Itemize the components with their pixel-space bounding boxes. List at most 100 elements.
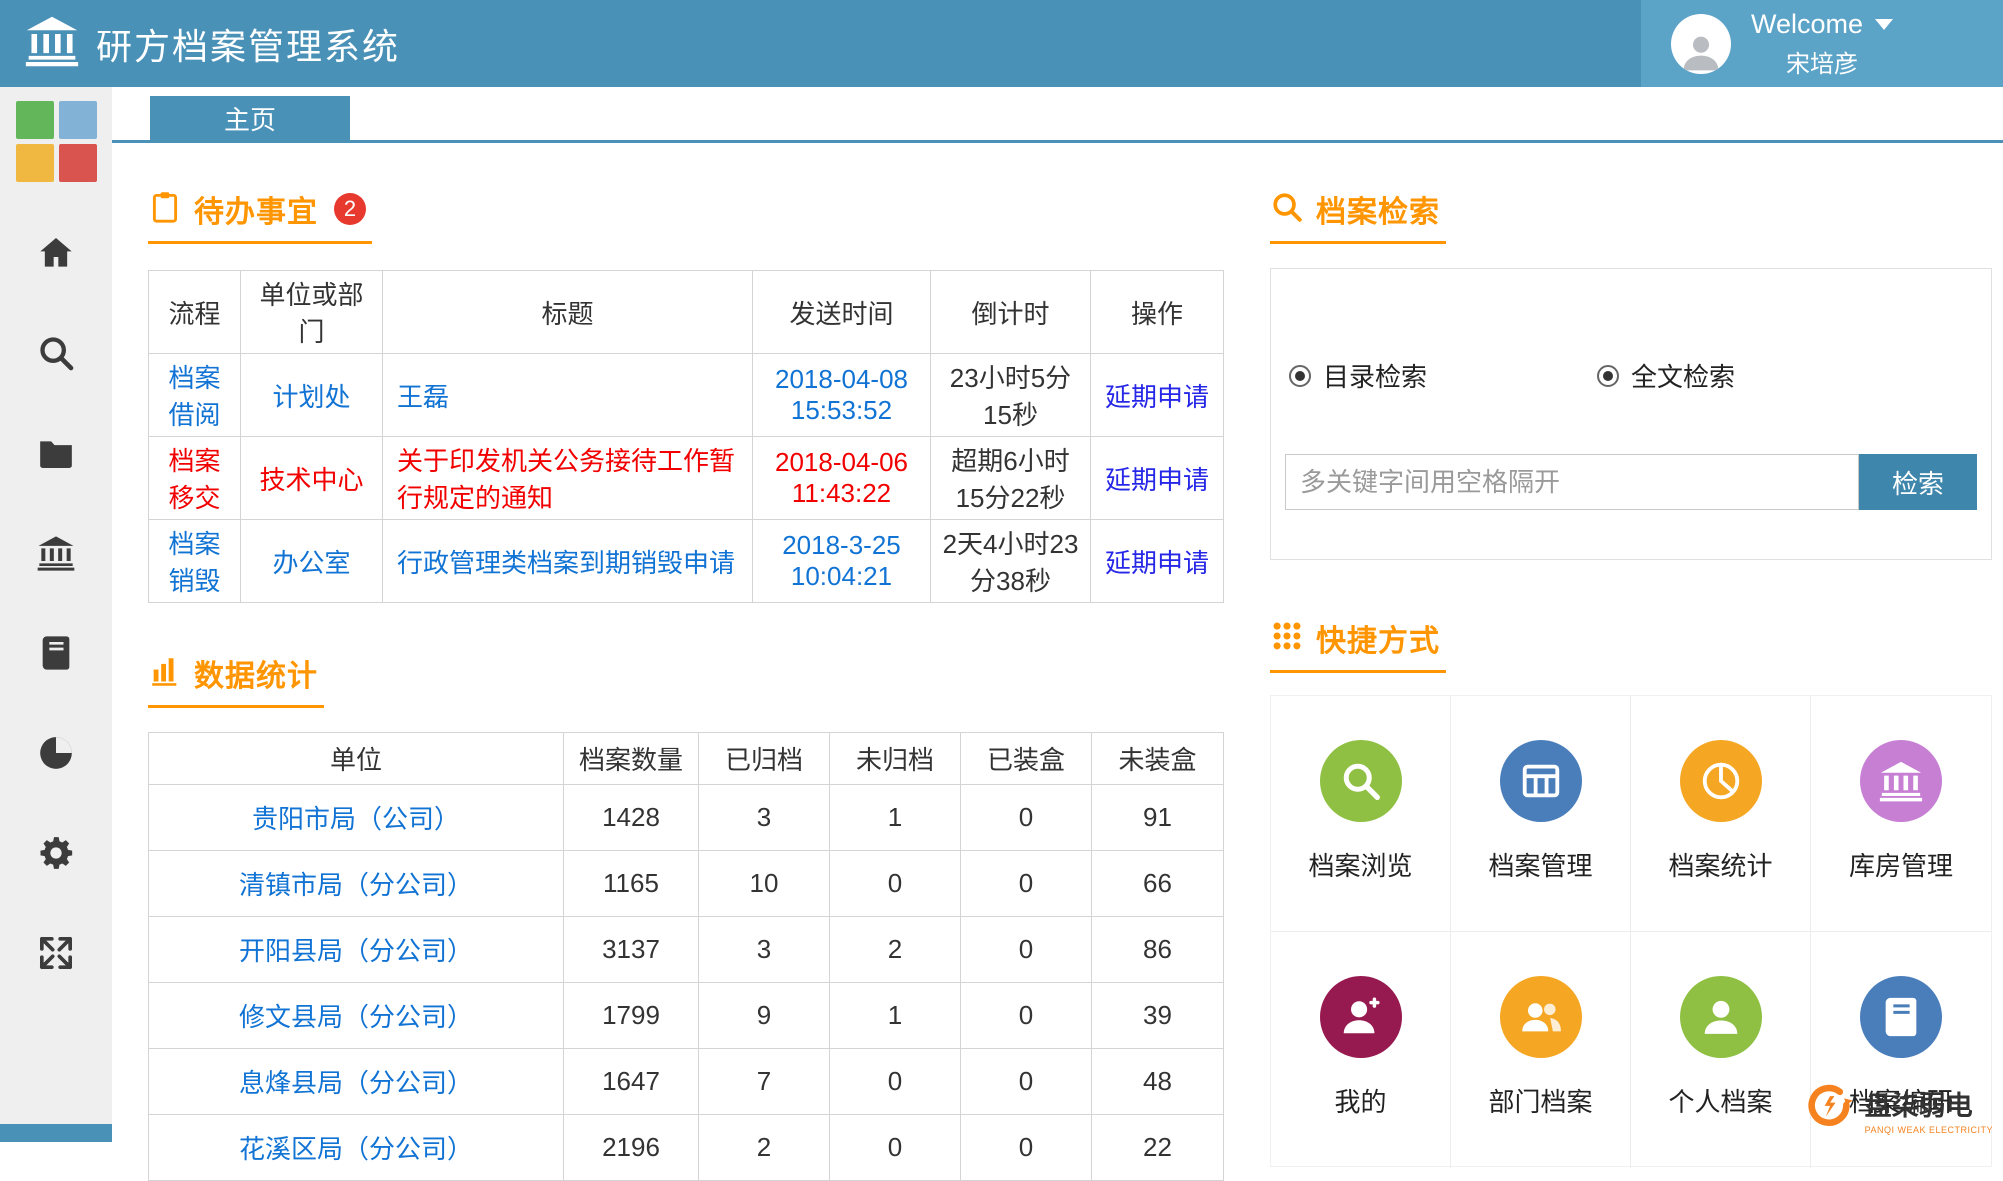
bank-icon bbox=[1860, 740, 1942, 822]
stat-boxed: 0 bbox=[960, 850, 1092, 917]
radio-label: 全文检索 bbox=[1631, 362, 1736, 392]
unit-link[interactable]: 贵阳市局（公司） bbox=[252, 804, 460, 834]
search-button[interactable]: 检索 bbox=[1859, 454, 1977, 510]
archive-search-panel: 目录检索 全文检索 检索 bbox=[1270, 268, 1992, 560]
shortcuts-label: 快捷方式 bbox=[1316, 625, 1440, 658]
col-header: 未归档 bbox=[829, 732, 961, 785]
shortcut-dept-archive[interactable]: 部门档案 bbox=[1451, 932, 1631, 1168]
col-header: 操作 bbox=[1090, 270, 1224, 354]
unit-link[interactable]: 清镇市局（分公司） bbox=[239, 870, 473, 900]
stat-unboxed: 48 bbox=[1091, 1048, 1224, 1115]
shortcut-mine[interactable]: 我的 bbox=[1271, 932, 1451, 1168]
unit-link[interactable]: 息烽县局（分公司） bbox=[239, 1068, 473, 1098]
search-input[interactable] bbox=[1285, 454, 1859, 510]
col-header: 已装盒 bbox=[960, 732, 1092, 785]
todo-subject-link[interactable]: 关于印发机关公务接待工作暂行规定的通知 bbox=[397, 446, 735, 513]
todo-delay-link[interactable]: 延期申请 bbox=[1105, 548, 1209, 578]
todo-dept-link[interactable]: 办公室 bbox=[272, 548, 350, 578]
search-icon bbox=[1319, 740, 1402, 822]
radio-fulltext-search[interactable]: 全文检索 bbox=[1597, 357, 1735, 394]
shortcut-warehouse-manage[interactable]: 库房管理 bbox=[1811, 696, 1991, 932]
stats-row: 清镇市局（分公司） 1165 10 0 0 66 bbox=[148, 850, 1224, 917]
stat-total: 1165 bbox=[563, 850, 699, 917]
stat-archived: 7 bbox=[698, 1048, 830, 1115]
todo-dept-link[interactable]: 计划处 bbox=[272, 382, 350, 412]
stat-archived: 3 bbox=[698, 916, 830, 983]
left-column: 待办事宜 2 流程 单位或部门 标题 发送时间 倒计时 操作 档案借阅 计划处 … bbox=[148, 143, 1224, 1181]
home-icon[interactable] bbox=[35, 232, 77, 274]
radio-icon[interactable] bbox=[1597, 364, 1620, 387]
tab-home[interactable]: 主页 bbox=[150, 96, 350, 140]
archive-search-label: 档案检索 bbox=[1316, 196, 1440, 229]
chevron-down-icon[interactable] bbox=[1875, 18, 1894, 30]
stat-unarchived: 0 bbox=[829, 850, 961, 917]
stat-archived: 2 bbox=[698, 1114, 830, 1181]
todo-dept-link[interactable]: 技术中心 bbox=[259, 465, 363, 495]
tab-bar: 主页 bbox=[112, 87, 2003, 143]
shortcut-label: 库房管理 bbox=[1848, 851, 1953, 881]
unit-link[interactable]: 花溪区局（分公司） bbox=[239, 1134, 473, 1164]
shortcut-archive-stats[interactable]: 档案统计 bbox=[1631, 696, 1811, 932]
bank-logo-icon bbox=[24, 13, 80, 74]
todo-delay-link[interactable]: 延期申请 bbox=[1105, 382, 1209, 412]
shortcut-label: 档案管理 bbox=[1488, 851, 1593, 881]
stat-unarchived: 2 bbox=[829, 916, 961, 983]
stats-row: 息烽县局（分公司） 1647 7 0 0 48 bbox=[148, 1048, 1224, 1115]
todo-row: 档案销毁 办公室 行政管理类档案到期销毁申请 2018-3-25 10:04:2… bbox=[148, 519, 1224, 603]
pie-chart-icon[interactable] bbox=[35, 732, 77, 774]
bank-icon[interactable] bbox=[35, 532, 77, 574]
table-icon bbox=[1499, 740, 1582, 822]
search-icon[interactable] bbox=[35, 332, 77, 374]
shortcut-label: 档案浏览 bbox=[1308, 851, 1413, 881]
stat-boxed: 0 bbox=[960, 916, 1092, 983]
sidebar-logo bbox=[15, 101, 97, 182]
user-area[interactable]: Welcome 宋培彦 bbox=[1641, 0, 2003, 87]
stat-unboxed: 86 bbox=[1091, 916, 1224, 983]
unit-link[interactable]: 修文县局（分公司） bbox=[239, 1002, 473, 1032]
shortcut-archive-manage[interactable]: 档案管理 bbox=[1451, 696, 1631, 932]
avatar[interactable] bbox=[1671, 13, 1731, 74]
stats-row: 花溪区局（分公司） 2196 2 0 0 22 bbox=[148, 1114, 1224, 1181]
folder-icon[interactable] bbox=[35, 432, 77, 474]
vendor-subtitle: PANQI WEAK ELECTRICITY bbox=[1864, 1125, 1993, 1135]
col-header: 单位或部门 bbox=[240, 270, 383, 354]
todo-subject-link[interactable]: 行政管理类档案到期销毁申请 bbox=[397, 548, 735, 578]
shortcuts-title: 快捷方式 bbox=[1270, 616, 1446, 673]
book-icon[interactable] bbox=[35, 632, 77, 674]
stats-row: 开阳县局（分公司） 3137 3 2 0 86 bbox=[148, 916, 1224, 983]
stat-archived: 9 bbox=[698, 982, 830, 1049]
radio-catalog-search[interactable]: 目录检索 bbox=[1289, 357, 1427, 394]
stat-unarchived: 1 bbox=[829, 982, 961, 1049]
stat-archived: 10 bbox=[698, 850, 830, 917]
bar-chart-icon bbox=[148, 654, 182, 693]
todo-countdown: 超期6小时15分22秒 bbox=[930, 436, 1091, 520]
welcome-label: Welcome bbox=[1751, 8, 1864, 39]
radio-icon[interactable] bbox=[1289, 364, 1311, 387]
unit-link[interactable]: 开阳县局（分公司） bbox=[239, 936, 473, 966]
search-mode-options: 目录检索 全文检索 bbox=[1289, 357, 1991, 394]
todo-subject-link[interactable]: 王磊 bbox=[397, 382, 449, 412]
todo-countdown: 2天4小时23分38秒 bbox=[930, 519, 1091, 603]
stat-total: 1647 bbox=[563, 1048, 699, 1115]
stat-unboxed: 39 bbox=[1091, 982, 1224, 1049]
archive-search-section: 档案检索 目录检索 全文检索 多关键字间用空格隔开 检索 bbox=[1270, 187, 1992, 560]
todo-flow-link[interactable]: 档案借阅 bbox=[168, 363, 220, 430]
vendor-logo: 盘柒弱电 PANQI WEAK ELECTRICITY bbox=[1803, 1081, 1993, 1138]
sidebar-bottom-strip bbox=[0, 1124, 112, 1142]
main-area: 主页 待办事宜 2 流程 单位或部门 标题 发送时间 倒计时 操作 档案借阅 计… bbox=[112, 87, 2003, 1181]
logo-square-yellow bbox=[15, 144, 54, 182]
expand-icon[interactable] bbox=[35, 932, 77, 974]
brand: 研方档案管理系统 bbox=[0, 13, 400, 74]
todo-time: 2018-04-08 15:53:52 bbox=[752, 353, 931, 437]
col-header: 单位 bbox=[148, 732, 564, 785]
shortcut-archive-browse[interactable]: 档案浏览 bbox=[1271, 696, 1451, 932]
shortcut-personal-archive[interactable]: 个人档案 bbox=[1631, 932, 1811, 1168]
todo-flow-link[interactable]: 档案销毁 bbox=[168, 529, 220, 596]
todo-title: 待办事宜 bbox=[194, 196, 318, 229]
pie-icon bbox=[1679, 740, 1762, 822]
gear-icon[interactable] bbox=[35, 832, 77, 874]
logo-square-red bbox=[58, 144, 97, 182]
todo-count-badge: 2 bbox=[334, 193, 366, 225]
todo-delay-link[interactable]: 延期申请 bbox=[1105, 465, 1209, 495]
todo-flow-link[interactable]: 档案移交 bbox=[168, 446, 220, 513]
